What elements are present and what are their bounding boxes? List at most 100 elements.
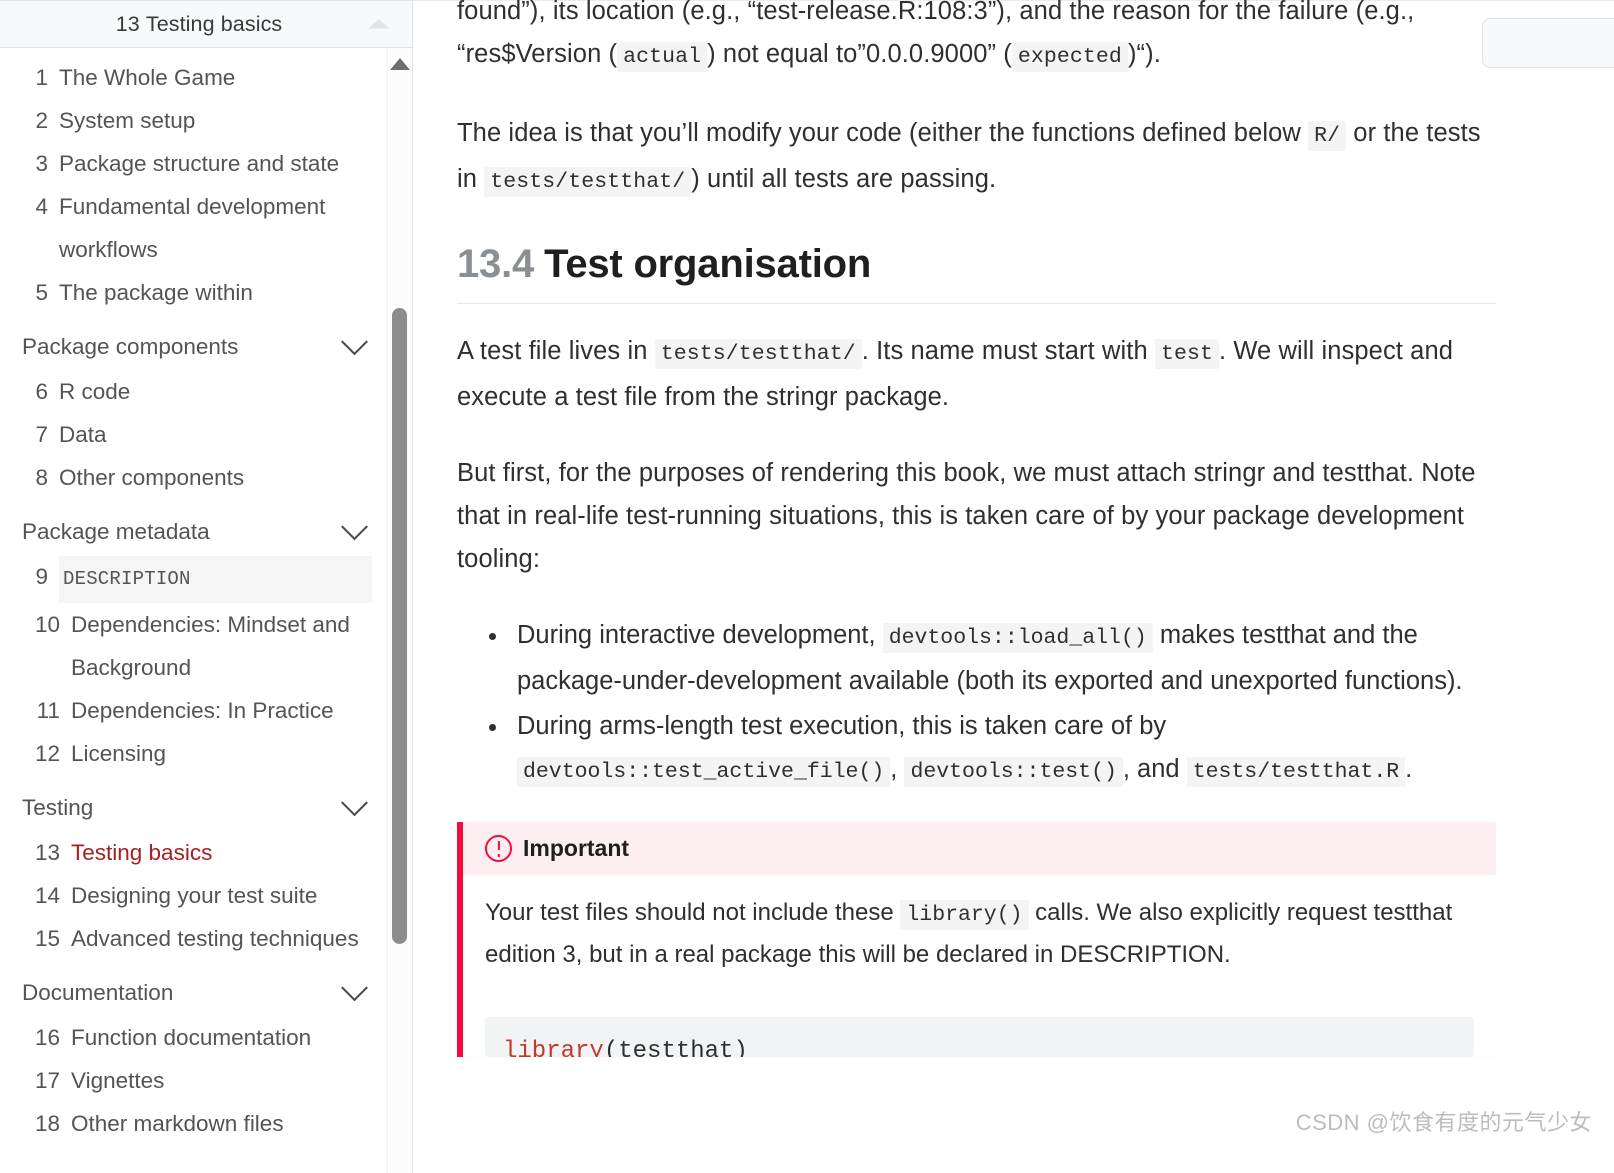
- sidebar-item-label: Function documentation: [71, 1025, 312, 1050]
- sidebar-item-description[interactable]: 9 DESCRIPTION: [22, 555, 372, 603]
- sidebar-item-dependencies-mindset-and-background[interactable]: 10 Dependencies: Mindset and Background: [22, 603, 372, 689]
- text-run: ) not equal to”0.0.0.9000” (: [707, 40, 1012, 68]
- inline-code-tests-testthat: tests/testthat/: [484, 167, 692, 197]
- exclamation-circle-icon: [485, 835, 512, 862]
- scroll-up-arrow-icon[interactable]: [390, 58, 410, 70]
- chevron-down-icon[interactable]: [341, 512, 368, 540]
- inline-code-actual: actual: [617, 42, 708, 72]
- sidebar-item-label: Dependencies: Mindset and Background: [71, 612, 350, 680]
- sidebar-item-other-markdown-files[interactable]: 18 Other markdown files: [22, 1102, 372, 1145]
- paragraph-failure-reason: found”), its location (e.g., “test-relea…: [457, 0, 1496, 79]
- code-line: library(testthat): [503, 1033, 1456, 1057]
- text-run: )“).: [1127, 40, 1161, 68]
- chevron-down-icon[interactable]: [341, 973, 368, 1001]
- sidebar-item-label: Fundamental development workflows: [59, 194, 326, 262]
- scrollbar-thumb[interactable]: [392, 308, 407, 944]
- sidebar-item-dependencies-in-practice[interactable]: 11 Dependencies: In Practice: [22, 689, 372, 732]
- paragraph-but-first: But first, for the purposes of rendering…: [457, 459, 1476, 573]
- main-content: found”), its location (e.g., “test-relea…: [413, 0, 1614, 1173]
- sidebar-item-number: 11: [36, 698, 60, 723]
- callout-body: Your test files should not include these…: [463, 875, 1496, 995]
- text-run: During interactive development,: [517, 621, 883, 649]
- sidebar-item-label: Data: [59, 422, 107, 447]
- sidebar-item-package-structure-and-state[interactable]: 3 Package structure and state: [22, 142, 372, 185]
- sidebar-item-number: 5: [35, 280, 48, 305]
- section-heading-13-4: 13.4 Test organisation: [457, 242, 1496, 304]
- text-run: ,: [890, 755, 905, 783]
- sidebar-item-vignettes[interactable]: 17 Vignettes: [22, 1059, 372, 1102]
- sidebar-scrollbar[interactable]: [387, 48, 412, 1173]
- sidebar-item-the-package-within[interactable]: 5 The package within: [22, 271, 372, 314]
- sidebar-item-label: Advanced testing techniques: [71, 926, 359, 951]
- sidebar-item-number: 17: [34, 1068, 60, 1093]
- caret-up-icon[interactable]: [368, 19, 390, 29]
- sidebar-item-number: 2: [35, 108, 48, 133]
- code-argument: (testthat): [603, 1038, 748, 1057]
- sidebar-section-package-metadata[interactable]: Package metadata: [22, 511, 412, 553]
- code-function-name: library: [503, 1038, 604, 1057]
- list-item: During arms-length test execution, this …: [489, 705, 1496, 794]
- sidebar-section-label: Documentation: [22, 980, 174, 1005]
- chevron-down-icon[interactable]: [341, 788, 368, 816]
- sidebar-item-number: 13: [34, 840, 60, 865]
- sidebar-item-number: 9: [35, 564, 48, 589]
- text-run: Your test files should not include these: [485, 899, 901, 926]
- sidebar-item-testing-basics[interactable]: 13 Testing basics: [22, 831, 372, 874]
- sidebar-header-number: 13: [115, 11, 140, 36]
- sidebar-item-number: 18: [34, 1111, 60, 1136]
- sidebar-item-label: The Whole Game: [59, 65, 236, 90]
- callout-header: Important: [463, 822, 1496, 875]
- sidebar-item-other-components[interactable]: 8 Other components: [22, 456, 372, 499]
- sidebar-section-package-components[interactable]: Package components: [22, 326, 412, 368]
- sidebar-item-number: 1: [35, 65, 48, 90]
- sidebar-item-label: Designing your test suite: [71, 883, 318, 908]
- sidebar-item-label: Package structure and state: [59, 151, 340, 176]
- sidebar-item-licensing[interactable]: 12 Licensing: [22, 732, 372, 775]
- sidebar-item-label: Licensing: [71, 741, 167, 766]
- sidebar-item-label: The package within: [59, 280, 253, 305]
- sidebar-item-number: 4: [35, 194, 48, 219]
- sidebar-item-label: Other components: [59, 465, 245, 490]
- text-run: A test file lives in: [457, 337, 655, 365]
- watermark: CSDN @饮食有度的元气少女: [1295, 1110, 1592, 1135]
- sidebar-item-r-code[interactable]: 6 R code: [22, 370, 372, 413]
- sidebar-nav-list: 1 The Whole Game 2 System setup 3 Package str…: [0, 48, 412, 1173]
- sidebar-toc: 13 Testing basics 1 The Whole Game 2 System …: [0, 0, 413, 1173]
- callout-paragraph: Your test files should not include these…: [485, 893, 1474, 975]
- sidebar-item-fundamental-development-workflows[interactable]: 4 Fundamental development workflows: [22, 185, 372, 271]
- sidebar-item-system-setup[interactable]: 2 System setup: [22, 99, 372, 142]
- paragraph-the-idea: The idea is that you’ll modify your code…: [457, 112, 1496, 204]
- text-run: , and: [1122, 755, 1187, 783]
- callout-title: Important: [523, 835, 630, 861]
- text-run: ) until all tests are passing.: [691, 165, 997, 193]
- sidebar-header[interactable]: 13 Testing basics: [0, 0, 412, 48]
- sidebar-item-the-whole-game[interactable]: 1 The Whole Game: [22, 56, 372, 99]
- chevron-down-icon[interactable]: [341, 327, 368, 355]
- sidebar-item-designing-your-test-suite[interactable]: 14 Designing your test suite: [22, 874, 372, 917]
- sidebar-item-number: 7: [35, 422, 48, 447]
- sidebar-section-testing[interactable]: Testing: [22, 787, 412, 829]
- paragraph-test-file-location: A test file lives in tests/testthat/. It…: [457, 330, 1496, 419]
- sidebar-item-data[interactable]: 7 Data: [22, 413, 372, 456]
- sidebar-item-number: 16: [34, 1025, 60, 1050]
- sidebar-item-number: 15: [34, 926, 60, 951]
- sidebar-section-label: Testing: [22, 795, 94, 820]
- inline-code-test-prefix: test: [1154, 339, 1219, 369]
- sidebar-section-label: Package metadata: [22, 519, 210, 544]
- sidebar-item-label: System setup: [59, 108, 196, 133]
- sidebar-section-documentation[interactable]: Documentation: [22, 972, 412, 1014]
- sidebar-item-advanced-testing-techniques[interactable]: 15 Advanced testing techniques: [22, 917, 372, 960]
- text-run: . Its name must start with: [861, 337, 1155, 365]
- text-run: The idea is that you’ll modify your code…: [457, 119, 1309, 147]
- tooling-bullet-list: During interactive development, devtools…: [457, 614, 1496, 794]
- text-run: .: [1405, 755, 1413, 783]
- sidebar-item-function-documentation[interactable]: 16 Function documentation: [22, 1016, 372, 1059]
- callout-important: Important Your test files should not inc…: [457, 822, 1496, 1057]
- callout-code-block: library(testthat): [485, 1017, 1474, 1057]
- section-number: 13.4: [457, 242, 535, 286]
- sidebar-header-title: 13 Testing basics: [116, 12, 283, 37]
- sidebar-header-label: Testing basics: [145, 11, 283, 36]
- sidebar-section-label: Package components: [22, 334, 239, 359]
- inline-code-r-dir: R/: [1308, 121, 1347, 151]
- text-run: During arms-length test execution, this …: [517, 712, 1167, 740]
